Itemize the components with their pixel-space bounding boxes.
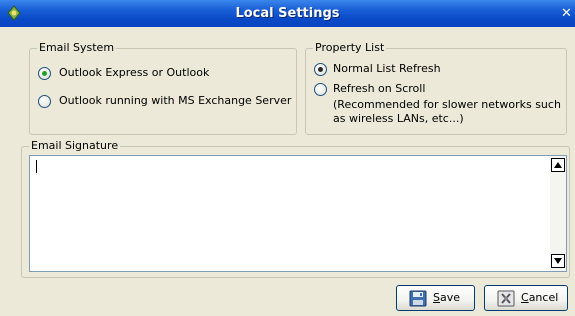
outlook-exchange-label[interactable]: Outlook running with MS Exchange Server xyxy=(59,94,291,107)
floppy-disk-icon xyxy=(409,290,427,307)
scroll-up-button[interactable] xyxy=(551,158,565,172)
title-bar[interactable]: Local Settings ✕ xyxy=(0,0,575,27)
cancel-button-label: Cancel xyxy=(521,291,559,304)
local-settings-dialog: Local Settings ✕ Email System Outlook Ex… xyxy=(0,0,575,316)
save-button-label: Save xyxy=(433,291,461,304)
normal-refresh-label[interactable]: Normal List Refresh xyxy=(333,62,441,75)
refresh-on-scroll-radio[interactable] xyxy=(314,83,327,96)
property-list-legend: Property List xyxy=(313,41,387,54)
save-button[interactable]: Save xyxy=(396,285,475,311)
refresh-note-line2: as wireless LANs, etc...) xyxy=(333,112,464,125)
refresh-on-scroll-label[interactable]: Refresh on Scroll xyxy=(333,82,425,95)
text-caret xyxy=(36,160,37,173)
window-title: Local Settings xyxy=(235,6,340,21)
email-signature-legend: Email Signature xyxy=(29,139,121,152)
cancel-button[interactable]: Cancel xyxy=(484,285,568,311)
email-system-group: Email System Outlook Express or Outlook … xyxy=(29,41,297,135)
email-system-legend: Email System xyxy=(37,41,117,54)
email-signature-textarea[interactable] xyxy=(29,155,567,272)
arrow-up-icon xyxy=(554,162,562,168)
property-list-group: Property List Normal List Refresh Refres… xyxy=(305,41,567,135)
arrow-down-icon xyxy=(554,258,562,264)
signature-scrollbar[interactable] xyxy=(550,156,566,271)
close-button[interactable]: ✕ xyxy=(561,7,575,21)
refresh-note-line1: (Recommended for slower networks such xyxy=(333,98,561,111)
scroll-down-button[interactable] xyxy=(551,254,565,268)
outlook-express-label[interactable]: Outlook Express or Outlook xyxy=(59,66,209,79)
cancel-icon xyxy=(497,290,515,307)
normal-refresh-radio[interactable] xyxy=(314,63,327,76)
outlook-express-radio[interactable] xyxy=(38,67,51,80)
outlook-exchange-radio[interactable] xyxy=(38,95,51,108)
